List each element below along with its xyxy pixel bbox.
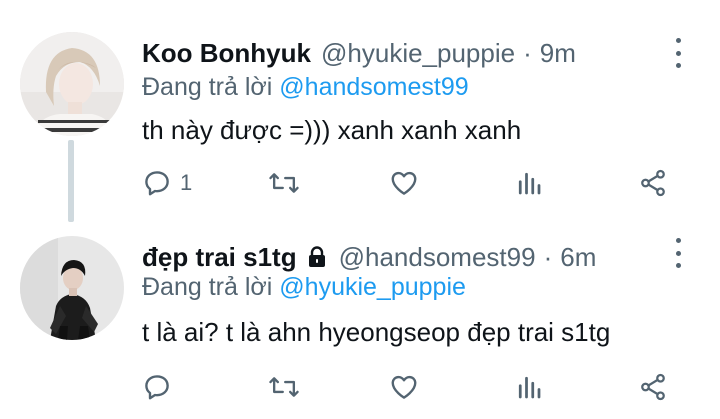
- stats-button[interactable]: [514, 372, 544, 402]
- like-button[interactable]: [388, 372, 420, 402]
- reply-button[interactable]: 1: [142, 168, 192, 198]
- reply-icon: [145, 375, 169, 400]
- share-button[interactable]: [637, 168, 669, 198]
- stats-icon: [518, 172, 541, 195]
- share-icon: [641, 169, 665, 197]
- retweet-button[interactable]: [268, 372, 300, 402]
- retweet-icon: [269, 173, 299, 193]
- reply-count: 1: [180, 170, 193, 195]
- retweet-button[interactable]: [268, 168, 300, 198]
- tweet[interactable]: Koo Bonhyuk @hyukie_puppie · 9m Đang trả…: [0, 0, 720, 222]
- like-icon: [391, 171, 417, 195]
- share-icon: [641, 373, 665, 401]
- tweet[interactable]: đẹp trai s1tg @handsomest99 · 6m Đang tr…: [0, 212, 720, 419]
- action-bar: 1: [0, 0, 720, 212]
- like-button[interactable]: [388, 168, 420, 198]
- stats-button[interactable]: [514, 168, 544, 198]
- like-icon: [391, 375, 417, 399]
- stats-icon: [518, 376, 541, 399]
- reply-icon: [145, 171, 169, 196]
- reply-button[interactable]: [142, 372, 180, 402]
- share-button[interactable]: [637, 372, 669, 402]
- retweet-icon: [269, 377, 299, 397]
- action-bar: [0, 212, 720, 419]
